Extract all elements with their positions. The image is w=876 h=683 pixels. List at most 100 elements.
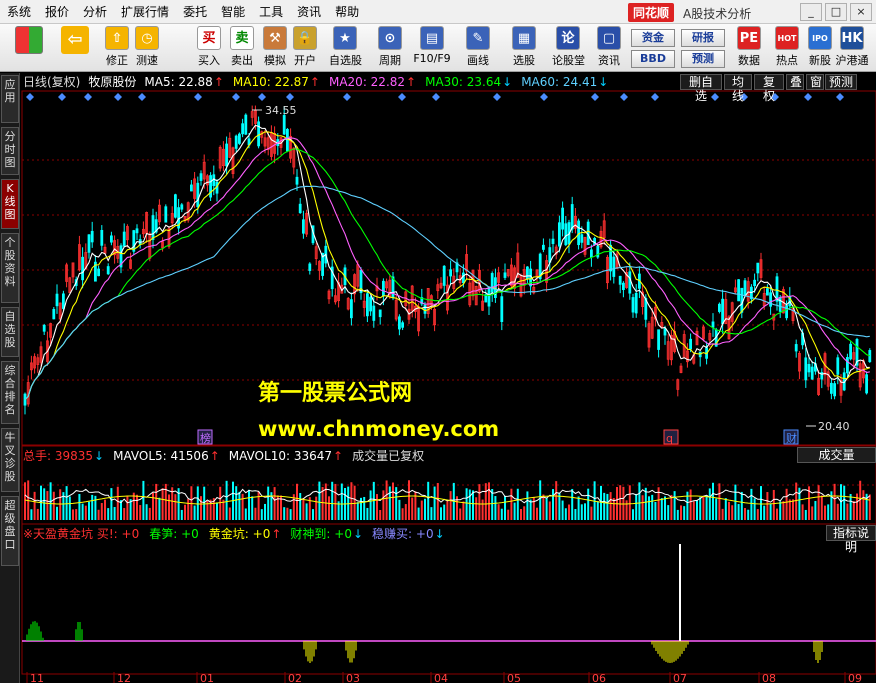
- volume-bar-220: [728, 501, 730, 520]
- event-diamond-11[interactable]: [432, 93, 440, 101]
- volume-bar-20: [88, 501, 90, 520]
- volume-bar-219: [724, 498, 727, 520]
- event-diamond-20[interactable]: [804, 93, 812, 101]
- ma-value-1: MA10: 22.87: [232, 75, 309, 89]
- candle-body-118: [401, 322, 405, 328]
- volume-bar-193: [641, 495, 644, 520]
- volume-bar-29: [116, 486, 119, 520]
- volume-bar-152: [510, 488, 513, 520]
- kline-header: 日线(复权) 牧原股份 MA5: 22.88↑ MA10: 22.87↑ MA20: 2…: [23, 74, 617, 90]
- vol-value-3: 成交量已复权: [352, 449, 425, 463]
- kline-tool-button-4[interactable]: 窗: [806, 74, 824, 90]
- event-diamond-14[interactable]: [591, 93, 599, 101]
- event-diamond-17[interactable]: [711, 93, 719, 101]
- event-diamond-4[interactable]: [138, 93, 146, 101]
- volume-bar-250: [824, 505, 826, 520]
- volume-bar-87: [302, 498, 305, 520]
- event-diamond-1[interactable]: [58, 93, 66, 101]
- volume-bar-96: [331, 481, 334, 520]
- volume-bar-221: [731, 505, 734, 520]
- event-diamond-9[interactable]: [343, 93, 351, 101]
- candle-body-162: [542, 244, 545, 250]
- candle-body-27: [110, 235, 113, 243]
- kline-tool-button-2[interactable]: 复权: [754, 74, 784, 103]
- app-window: { "menu": ["系统","报价","分析","扩展行情","委托","智…: [0, 0, 876, 683]
- volume-bar-246: [811, 506, 814, 520]
- ma-value-arrow-2-icon: ↑: [406, 75, 417, 89]
- volume-bar-200: [664, 496, 666, 520]
- event-diamond-21[interactable]: [836, 93, 844, 101]
- event-diamond-3[interactable]: [114, 93, 122, 101]
- volume-bar-197: [654, 501, 657, 520]
- volume-bar-78: [273, 487, 276, 520]
- candle-body-68: [241, 123, 245, 135]
- event-diamond-8[interactable]: [286, 93, 294, 101]
- ind-value-arrow-4-icon: ↓: [434, 527, 445, 541]
- ma-value-2: MA20: 22.82: [328, 75, 406, 89]
- volume-bar-151: [507, 509, 510, 520]
- volume-bar-258: [849, 493, 852, 520]
- volume-bar-125: [424, 498, 426, 520]
- volume-bar-230: [760, 486, 762, 520]
- event-marker-label-0: 榜: [200, 431, 211, 445]
- volume-bar-70: [248, 489, 250, 520]
- watermark-title: 第一股票公式网: [258, 381, 413, 406]
- volume-bar-248: [817, 485, 820, 520]
- volume-bar-49: [180, 509, 183, 520]
- event-diamond-7[interactable]: [258, 93, 266, 101]
- indicator-header: ※天盈黄金坑 买!: +0 春笋: +0 黄金坑: +0↑ 财神到: +0↓ 稳赚买: …: [23, 526, 454, 542]
- kline-tool-button-1[interactable]: 均线: [724, 74, 752, 103]
- candle-body-20: [87, 234, 91, 253]
- candle-body-165: [551, 238, 555, 244]
- volume-bar-157: [526, 491, 529, 520]
- volume-bar-160: [536, 507, 538, 520]
- indicator-help-button[interactable]: 指标说明: [826, 525, 876, 554]
- event-diamond-15[interactable]: [620, 93, 628, 101]
- volume-bar-203: [673, 491, 676, 520]
- candle-body-117: [397, 316, 401, 330]
- volume-bar-192: [638, 482, 641, 520]
- volume-bar-15: [72, 509, 74, 520]
- volume-bar-174: [580, 504, 583, 520]
- volume-bar-224: [740, 491, 743, 520]
- x-axis-label-0: 11: [30, 672, 44, 683]
- x-axis-label-2: 01: [200, 672, 214, 683]
- volume-bar-6: [43, 488, 46, 520]
- volume-bar-17: [78, 493, 81, 520]
- volume-bar-238: [785, 488, 788, 520]
- volume-bar-161: [539, 480, 542, 520]
- event-diamond-12[interactable]: [493, 93, 501, 101]
- event-diamond-16[interactable]: [651, 93, 659, 101]
- mavol5-line: [24, 488, 871, 504]
- stock-name: 牧原股份: [88, 75, 137, 89]
- event-diamond-2[interactable]: [84, 93, 92, 101]
- volume-bar-244: [804, 509, 807, 520]
- event-diamond-5[interactable]: [194, 93, 202, 101]
- event-diamond-13[interactable]: [540, 93, 548, 101]
- volume-bar-180: [600, 485, 602, 520]
- volume-bar-82: [286, 507, 289, 520]
- event-diamond-10[interactable]: [398, 93, 406, 101]
- candle-body-225: [743, 280, 747, 297]
- x-axis-label-7: 06: [592, 672, 606, 683]
- volume-bar-205: [680, 505, 682, 520]
- event-diamond-0[interactable]: [26, 93, 34, 101]
- kline-tool-button-0[interactable]: 删自选: [680, 74, 722, 103]
- volume-bar-215: [712, 482, 714, 520]
- volume-bar-113: [385, 480, 388, 520]
- candle-body-263: [865, 374, 868, 394]
- volume-button[interactable]: 成交量: [797, 447, 876, 463]
- volume-bar-0: [24, 482, 26, 520]
- volume-bar-36: [139, 505, 142, 520]
- volume-bar-43: [161, 488, 164, 520]
- volume-bar-159: [532, 496, 535, 520]
- event-diamond-6[interactable]: [232, 93, 240, 101]
- volume-bar-141: [475, 497, 478, 520]
- volume-bar-194: [644, 487, 647, 520]
- volume-bar-150: [504, 495, 506, 520]
- volume-bar-34: [132, 492, 135, 520]
- kline-tool-button-3[interactable]: 叠: [786, 74, 804, 90]
- volume-bar-243: [801, 504, 804, 520]
- volume-bar-165: [552, 489, 554, 520]
- kline-tool-button-5[interactable]: 预测: [825, 74, 857, 90]
